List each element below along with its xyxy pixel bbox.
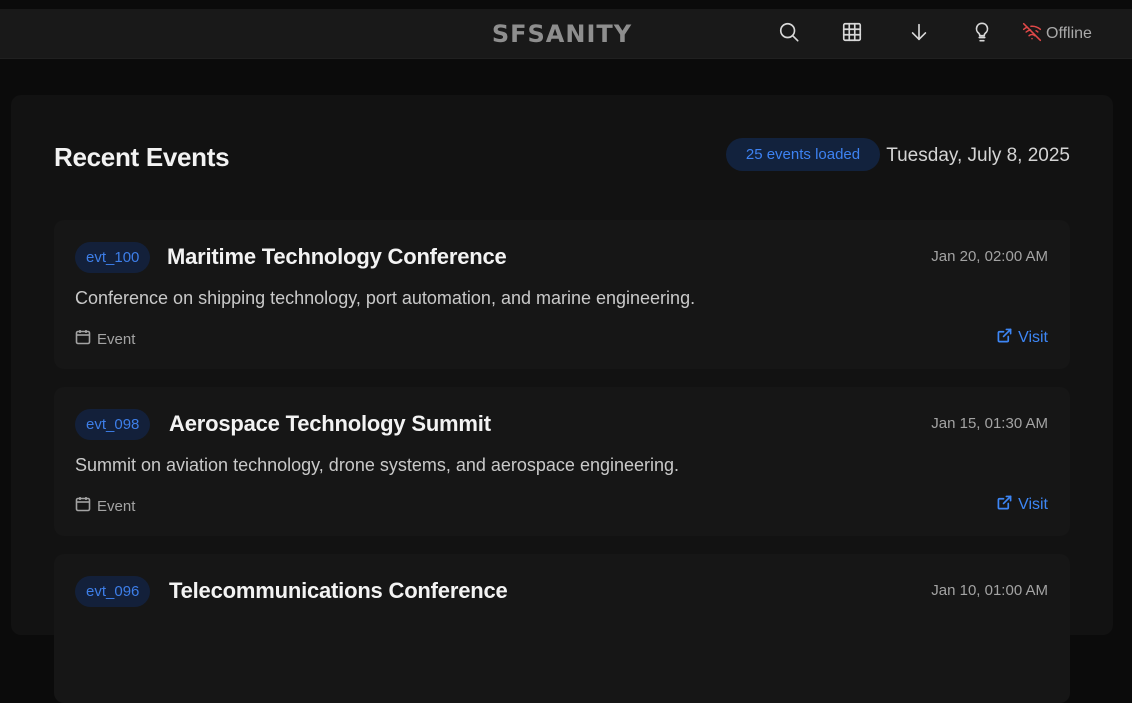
event-title: Aerospace Technology Summit bbox=[169, 411, 491, 436]
visit-link[interactable]: Visit bbox=[997, 328, 1048, 348]
calendar-icon bbox=[75, 329, 91, 349]
events-count-badge: 25 events loaded bbox=[726, 138, 880, 171]
event-time: Jan 10, 01:00 AM bbox=[931, 582, 1048, 599]
event-title: Maritime Technology Conference bbox=[167, 244, 507, 269]
grid-view-button[interactable] bbox=[835, 19, 869, 49]
connection-status-label: Offline bbox=[1046, 25, 1092, 42]
top-bar: SFSANITY Offline bbox=[0, 9, 1132, 59]
search-icon bbox=[778, 21, 800, 48]
visit-link-label: Visit bbox=[1018, 496, 1048, 513]
event-id-badge: evt_100 bbox=[75, 242, 151, 273]
lightbulb-icon bbox=[971, 21, 993, 48]
event-id-badge: evt_096 bbox=[75, 576, 151, 607]
connection-status[interactable]: Offline bbox=[1022, 19, 1124, 49]
event-card[interactable]: evt_096 Telecommunications Conference Ja… bbox=[54, 554, 1070, 703]
event-title: Telecommunications Conference bbox=[169, 578, 508, 603]
page-title: Recent Events bbox=[54, 142, 230, 172]
app-brand: SFSANITY bbox=[491, 20, 633, 48]
event-time: Jan 20, 02:00 AM bbox=[931, 248, 1048, 265]
event-type: Event bbox=[75, 496, 135, 516]
event-card[interactable]: evt_098 Aerospace Technology Summit Jan … bbox=[54, 387, 1070, 536]
current-date: Tuesday, July 8, 2025 bbox=[886, 145, 1070, 166]
calendar-icon bbox=[75, 496, 91, 516]
sort-down-button[interactable] bbox=[902, 19, 936, 49]
grid-icon bbox=[841, 21, 863, 48]
arrow-down-icon bbox=[908, 21, 930, 48]
event-time: Jan 15, 01:30 AM bbox=[931, 415, 1048, 432]
recent-events-panel: Recent Events 25 events loaded Tuesday, … bbox=[11, 95, 1113, 703]
visit-link[interactable]: Visit bbox=[997, 495, 1048, 515]
external-link-icon bbox=[997, 328, 1012, 348]
event-id-badge: evt_098 bbox=[75, 409, 151, 440]
event-description: Summit on aviation technology, drone sys… bbox=[75, 455, 680, 475]
tips-button[interactable] bbox=[965, 19, 999, 49]
event-type-label: Event bbox=[97, 497, 136, 515]
event-type-label: Event bbox=[97, 330, 136, 348]
wifi-off-icon bbox=[1022, 22, 1042, 47]
visit-link-label: Visit bbox=[1018, 329, 1048, 346]
event-description: Conference on shipping technology, port … bbox=[75, 288, 696, 308]
event-type: Event bbox=[75, 329, 135, 349]
event-card[interactable]: evt_100 Maritime Technology Conference J… bbox=[54, 220, 1070, 369]
search-button[interactable] bbox=[772, 19, 806, 49]
external-link-icon bbox=[997, 495, 1012, 515]
